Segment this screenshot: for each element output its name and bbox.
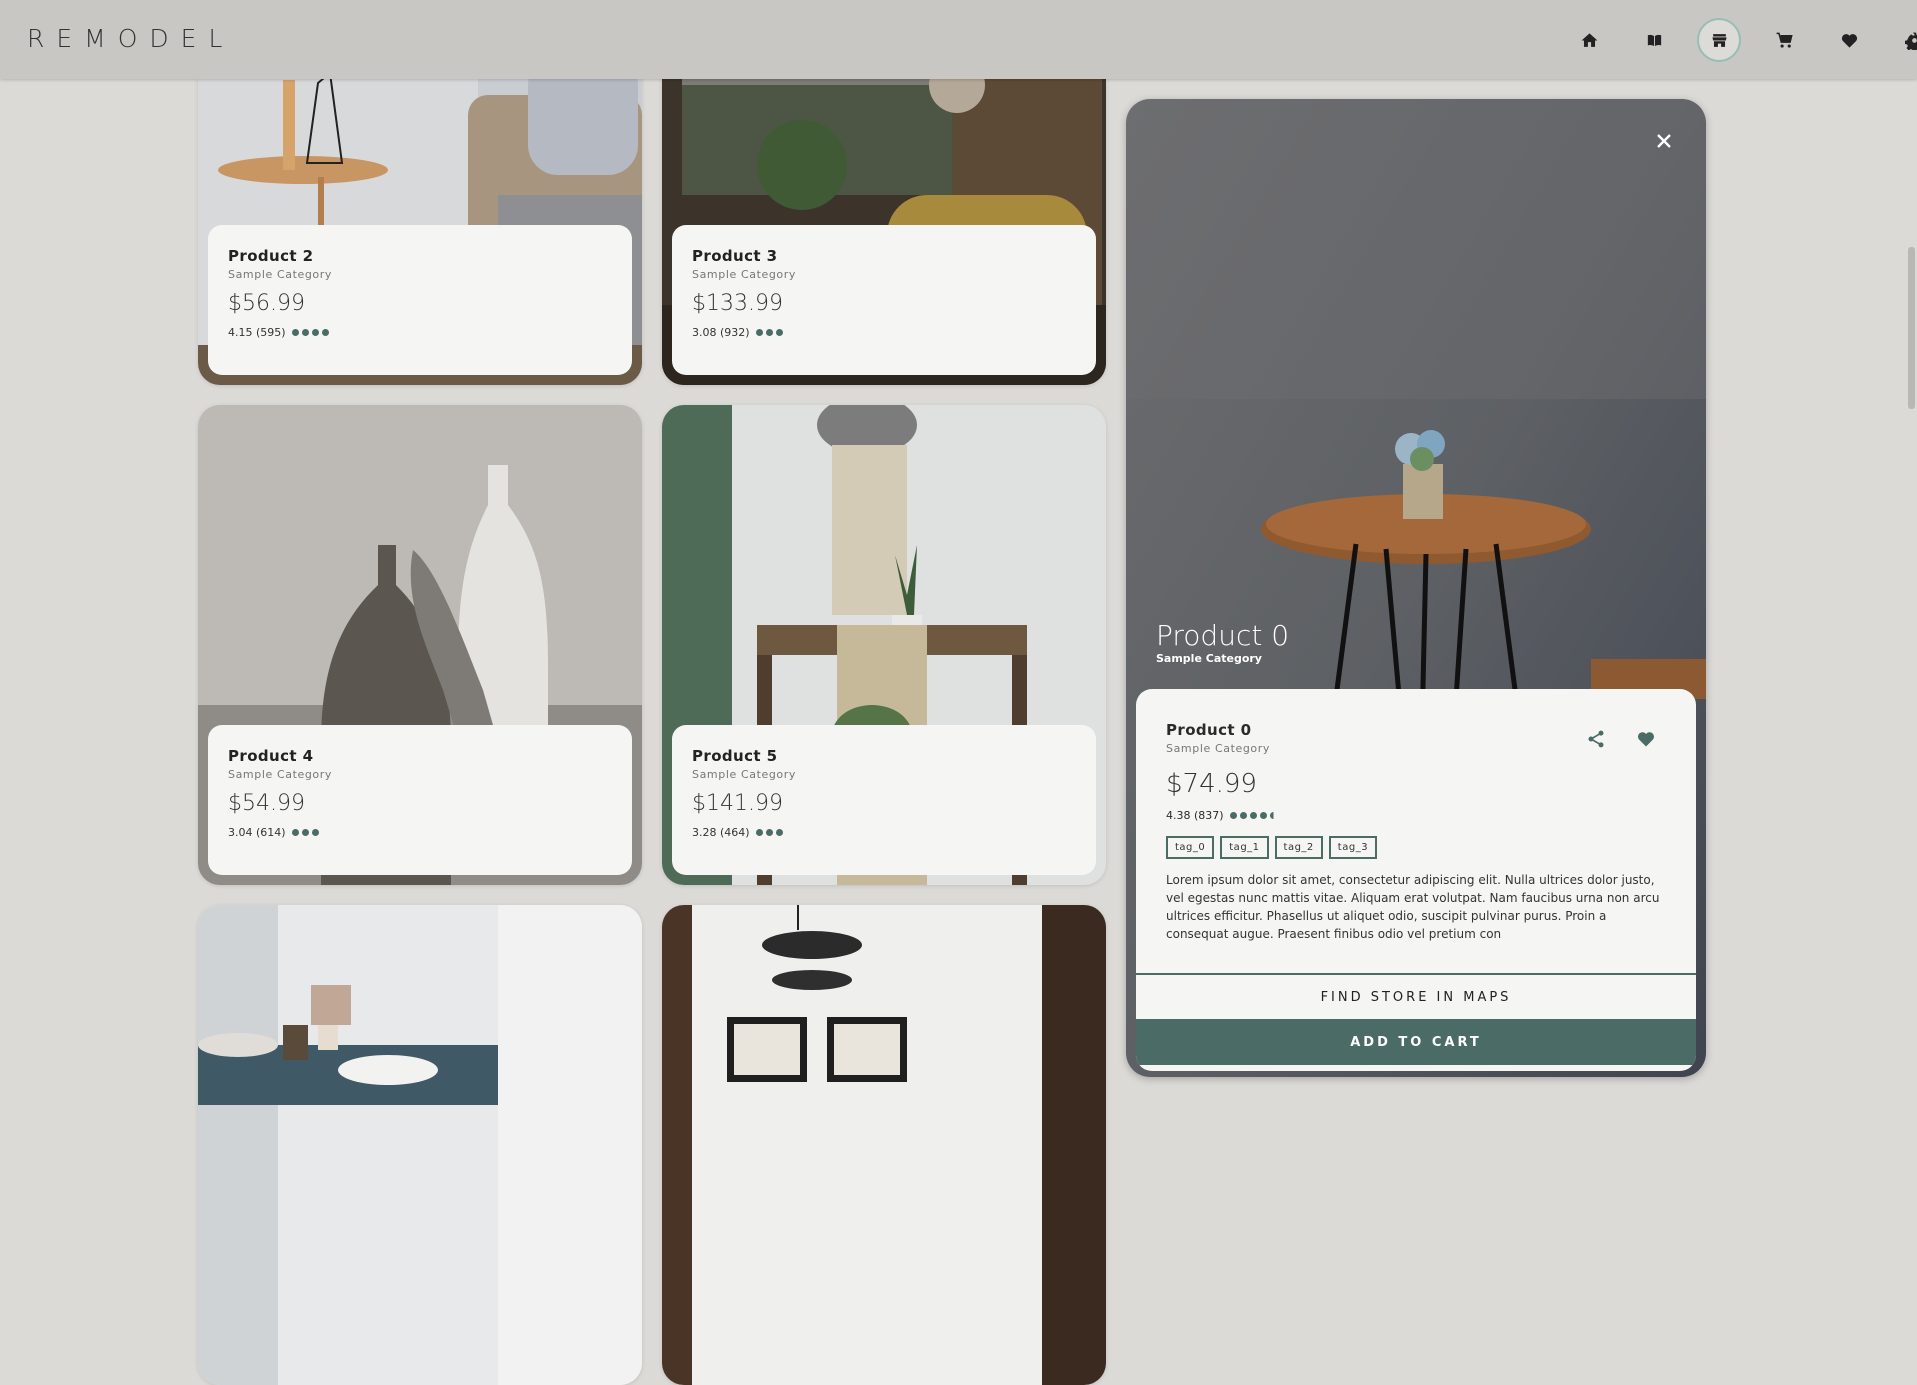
rating-text: 3.28 (464)	[692, 826, 750, 839]
nav-favorites-button[interactable]	[1827, 18, 1871, 62]
hero-product-name: Product 0	[1156, 619, 1289, 652]
tag-chip[interactable]: tag_1	[1220, 836, 1268, 859]
star-icon	[756, 329, 763, 336]
rating-stars	[756, 329, 783, 336]
star-icon	[312, 329, 319, 336]
star-icon	[312, 829, 319, 836]
rating-text: 4.38 (837)	[1166, 809, 1224, 822]
gear-icon	[1905, 31, 1917, 50]
rating-stars	[756, 829, 783, 836]
rating-text: 3.04 (614)	[228, 826, 286, 839]
tag-chip[interactable]: tag_2	[1275, 836, 1323, 859]
star-icon	[766, 329, 773, 336]
store-icon	[1710, 31, 1729, 50]
product-category: Sample Category	[228, 768, 612, 781]
product-card-7[interactable]	[662, 905, 1106, 1385]
detail-actions	[1586, 729, 1656, 749]
nav-home-button[interactable]	[1567, 18, 1611, 62]
find-store-button[interactable]: FIND STORE IN MAPS	[1136, 973, 1696, 1019]
hero-product-category: Sample Category	[1156, 652, 1262, 665]
product-card-4[interactable]: Product 4 Sample Category $54.99 3.04 (6…	[198, 405, 642, 885]
product-rating: 3.08 (932)	[692, 326, 1076, 339]
close-button[interactable]	[1652, 129, 1676, 153]
share-icon[interactable]	[1586, 729, 1606, 749]
rating-stars	[292, 829, 319, 836]
add-to-cart-button[interactable]: ADD TO CART	[1136, 1019, 1696, 1065]
product-info: Product 5 Sample Category $141.99 3.28 (…	[672, 725, 1096, 875]
star-icon	[1240, 812, 1247, 819]
product-name: Product 3	[692, 247, 1076, 265]
home-icon	[1580, 31, 1599, 50]
tag-list: tag_0 tag_1 tag_2 tag_3	[1166, 836, 1666, 859]
rating-stars	[292, 329, 329, 336]
half-star-icon	[1270, 812, 1277, 819]
product-price: $133.99	[692, 291, 1076, 316]
product-category: Sample Category	[692, 268, 1076, 281]
detail-product-price: $74.99	[1166, 769, 1666, 799]
star-icon	[292, 829, 299, 836]
product-category: Sample Category	[228, 268, 612, 281]
star-icon	[302, 829, 309, 836]
product-name: Product 2	[228, 247, 612, 265]
product-price: $56.99	[228, 291, 612, 316]
product-price: $54.99	[228, 791, 612, 816]
scrollbar-thumb[interactable]	[1908, 247, 1915, 409]
product-info: Product 3 Sample Category $133.99 3.08 (…	[672, 225, 1096, 375]
rating-text: 4.15 (595)	[228, 326, 286, 339]
rating-text: 3.08 (932)	[692, 326, 750, 339]
catalog-icon	[1645, 31, 1664, 50]
product-name: Product 4	[228, 747, 612, 765]
star-icon	[322, 329, 329, 336]
detail-product-rating: 4.38 (837)	[1166, 809, 1666, 822]
star-icon	[1230, 812, 1237, 819]
product-detail-panel: Product 0 Sample Category Product 0 Samp…	[1126, 99, 1706, 1077]
nav-settings-button[interactable]	[1892, 18, 1917, 62]
close-icon	[1656, 133, 1672, 149]
star-icon	[776, 829, 783, 836]
product-price: $141.99	[692, 791, 1076, 816]
rating-stars	[1230, 812, 1277, 819]
product-rating: 4.15 (595)	[228, 326, 612, 339]
star-icon	[766, 829, 773, 836]
nav-cart-button[interactable]	[1762, 18, 1806, 62]
product-name: Product 5	[692, 747, 1076, 765]
product-rating: 3.28 (464)	[692, 826, 1076, 839]
star-icon	[756, 829, 763, 836]
star-icon	[302, 329, 309, 336]
product-card-5[interactable]: Product 5 Sample Category $141.99 3.28 (…	[662, 405, 1106, 885]
cart-icon	[1775, 31, 1794, 50]
nav-catalog-button[interactable]	[1632, 18, 1676, 62]
app-header: REMODEL	[0, 0, 1917, 79]
star-icon	[292, 329, 299, 336]
star-icon	[1260, 812, 1267, 819]
app-logo[interactable]: REMODEL	[27, 24, 234, 53]
product-rating: 3.04 (614)	[228, 826, 612, 839]
product-card-6[interactable]	[198, 905, 642, 1385]
heart-icon[interactable]	[1636, 729, 1656, 749]
star-icon	[776, 329, 783, 336]
product-info: Product 2 Sample Category $56.99 4.15 (5…	[208, 225, 632, 375]
nav-store-button[interactable]	[1697, 18, 1741, 62]
tag-chip[interactable]: tag_3	[1329, 836, 1377, 859]
product-image	[662, 905, 1106, 1385]
product-description: Lorem ipsum dolor sit amet, consectetur …	[1166, 871, 1666, 961]
product-image	[198, 905, 642, 1385]
product-info: Product 4 Sample Category $54.99 3.04 (6…	[208, 725, 632, 875]
product-category: Sample Category	[692, 768, 1076, 781]
detail-info-card: Product 0 Sample Category $74.99 4.38 (8…	[1136, 689, 1696, 1071]
star-icon	[1250, 812, 1257, 819]
page-scrollbar[interactable]	[1906, 79, 1917, 1096]
tag-chip[interactable]: tag_0	[1166, 836, 1214, 859]
heart-icon	[1840, 31, 1859, 50]
